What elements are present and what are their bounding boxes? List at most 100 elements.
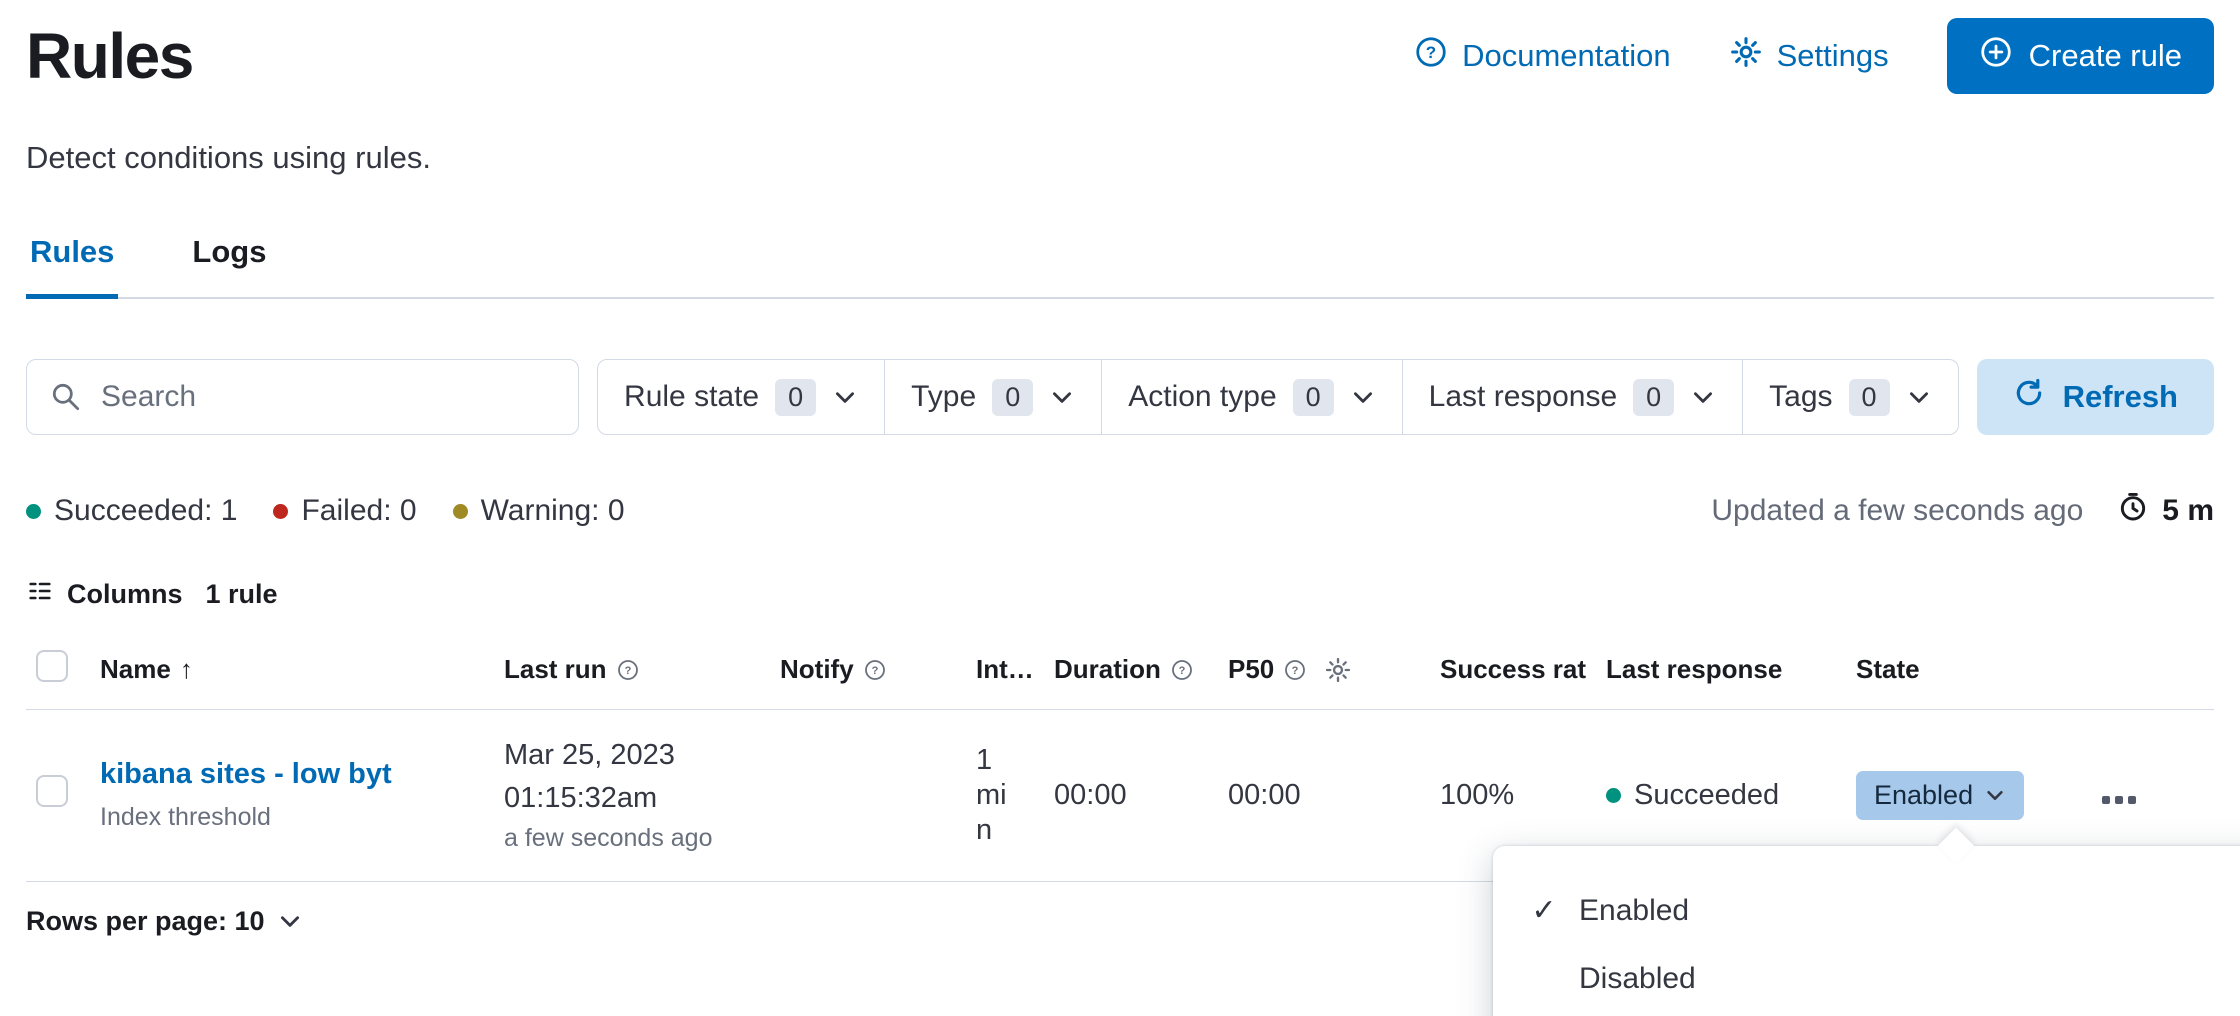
status-succeeded: Succeeded: 1 [26, 494, 237, 528]
th-success-ratio-label: Success rat [1440, 654, 1586, 685]
notify-cell [770, 710, 966, 882]
th-success-ratio: Success rat [1430, 636, 1596, 710]
rules-table: Name ↑ Last run ? Notify ? [26, 636, 2214, 882]
create-rule-button[interactable]: Create rule [1947, 18, 2214, 94]
duration-value: 00:00 [1054, 779, 1127, 811]
interval-value: 1 min [976, 743, 1018, 847]
interval-cell: 1 min [966, 710, 1044, 882]
svg-text:?: ? [1179, 665, 1186, 677]
th-state-label: State [1856, 654, 1920, 685]
chevron-down-icon [277, 908, 303, 934]
last-run-relative: a few seconds ago [504, 824, 760, 853]
th-actions [2086, 636, 2214, 710]
th-duration-label: Duration [1054, 654, 1161, 685]
header-actions: ? Documentation Settings Create rule [1414, 18, 2214, 94]
filter-count-badge: 0 [1849, 379, 1890, 416]
documentation-link[interactable]: ? Documentation [1414, 35, 1671, 77]
rule-type-label: Index threshold [100, 803, 484, 832]
filter-type-label: Type [911, 380, 976, 414]
th-name: Name ↑ [90, 636, 494, 710]
th-name-label: Name [100, 654, 171, 685]
create-rule-label: Create rule [2029, 38, 2182, 74]
check-icon: ✓ [1525, 893, 1563, 928]
th-last-response: Last response [1596, 636, 1846, 710]
filter-count-badge: 0 [992, 379, 1033, 416]
plus-circle-icon [1979, 35, 2013, 77]
columns-button[interactable]: Columns [26, 577, 183, 612]
filter-action-type[interactable]: Action type 0 [1101, 360, 1401, 434]
boxes-horizontal-icon [2102, 796, 2110, 804]
search-icon [49, 380, 83, 414]
settings-link[interactable]: Settings [1729, 35, 1889, 77]
p50-settings-gear-icon[interactable] [1324, 656, 1352, 684]
svg-text:?: ? [624, 665, 631, 677]
documentation-label: Documentation [1462, 38, 1671, 74]
clock-icon [2117, 491, 2149, 531]
th-notify: Notify ? [770, 636, 966, 710]
filter-bar: Rule state 0 Type 0 Action type 0 Last r… [26, 359, 2214, 435]
last-run-cell: Mar 25, 2023 01:15:32am a few seconds ag… [494, 710, 770, 882]
status-dot-danger [273, 504, 288, 519]
last-run-date: Mar 25, 2023 [504, 738, 760, 773]
filter-rule-state-label: Rule state [624, 380, 759, 414]
state-badge[interactable]: Enabled [1856, 771, 2024, 820]
status-warning: Warning: 0 [453, 494, 625, 528]
updated-text: Updated a few seconds ago [1711, 494, 2083, 528]
info-icon[interactable]: ? [1283, 658, 1307, 682]
duration-cell: 00:00 [1044, 710, 1218, 882]
p50-value: 00:00 [1228, 779, 1301, 811]
filter-last-response[interactable]: Last response 0 [1402, 360, 1742, 434]
auto-refresh-interval: 5 m [2162, 494, 2214, 528]
popup-option-disabled-label: Disabled [1579, 962, 1696, 996]
actions-button[interactable] [2096, 790, 2142, 810]
tab-logs[interactable]: Logs [188, 234, 270, 297]
tab-rules[interactable]: Rules [26, 234, 118, 299]
health-dot [1606, 788, 1621, 803]
popup-option-disabled[interactable]: Disabled [1493, 945, 2240, 1013]
badge-chevron-icon [1984, 784, 2006, 806]
th-last-run-label: Last run [504, 654, 607, 685]
refresh-icon [2013, 377, 2045, 417]
th-interval: Int… [966, 636, 1044, 710]
last-response-label: Succeeded [1634, 779, 1779, 812]
filter-count-badge: 0 [1293, 379, 1334, 416]
info-icon[interactable]: ? [616, 658, 640, 682]
search-input[interactable] [101, 380, 556, 414]
state-popup: ✓ Enabled Disabled [1493, 846, 2240, 1016]
th-interval-label: Int… [976, 654, 1034, 685]
filter-type[interactable]: Type 0 [884, 360, 1101, 434]
row-checkbox[interactable] [36, 775, 68, 807]
popup-option-enabled[interactable]: ✓ Enabled [1493, 876, 2240, 945]
filter-rule-state[interactable]: Rule state 0 [598, 360, 884, 434]
status-failed-label: Failed: 0 [301, 494, 416, 528]
settings-label: Settings [1777, 38, 1889, 74]
columns-icon [26, 577, 54, 612]
auto-refresh-button[interactable]: 5 m [2117, 491, 2214, 531]
info-icon[interactable]: ? [863, 658, 887, 682]
status-dot-warning [453, 504, 468, 519]
page-header: Rules ? Documentation Settings Create ru… [26, 18, 2214, 94]
refresh-button[interactable]: Refresh [1977, 359, 2214, 435]
last-run-time: 01:15:32am [504, 781, 760, 816]
th-p50: P50 ? [1218, 636, 1430, 710]
filter-tags[interactable]: Tags 0 [1742, 360, 1957, 434]
tabs: Rules Logs [26, 234, 2214, 299]
status-row: Succeeded: 1 Failed: 0 Warning: 0 Update… [26, 491, 2214, 531]
th-state: State [1846, 636, 2086, 710]
th-last-response-label: Last response [1606, 654, 1782, 685]
select-all-checkbox[interactable] [36, 650, 68, 682]
th-last-run: Last run ? [494, 636, 770, 710]
th-duration: Duration ? [1044, 636, 1218, 710]
svg-text:?: ? [871, 665, 878, 677]
info-icon[interactable]: ? [1170, 658, 1194, 682]
chevron-down-icon [1350, 384, 1376, 410]
last-response-health: Succeeded [1606, 779, 1779, 812]
filter-action-type-label: Action type [1128, 380, 1276, 414]
filter-count-badge: 0 [775, 379, 816, 416]
status-right: Updated a few seconds ago 5 m [1711, 491, 2214, 531]
sort-ascending-icon: ↑ [180, 654, 193, 685]
chevron-down-icon [832, 384, 858, 410]
rule-name-link[interactable]: kibana sites - low byt [100, 758, 484, 791]
rows-per-page-button[interactable]: Rows per page: 10 [26, 906, 303, 937]
gear-icon [1729, 35, 1763, 77]
